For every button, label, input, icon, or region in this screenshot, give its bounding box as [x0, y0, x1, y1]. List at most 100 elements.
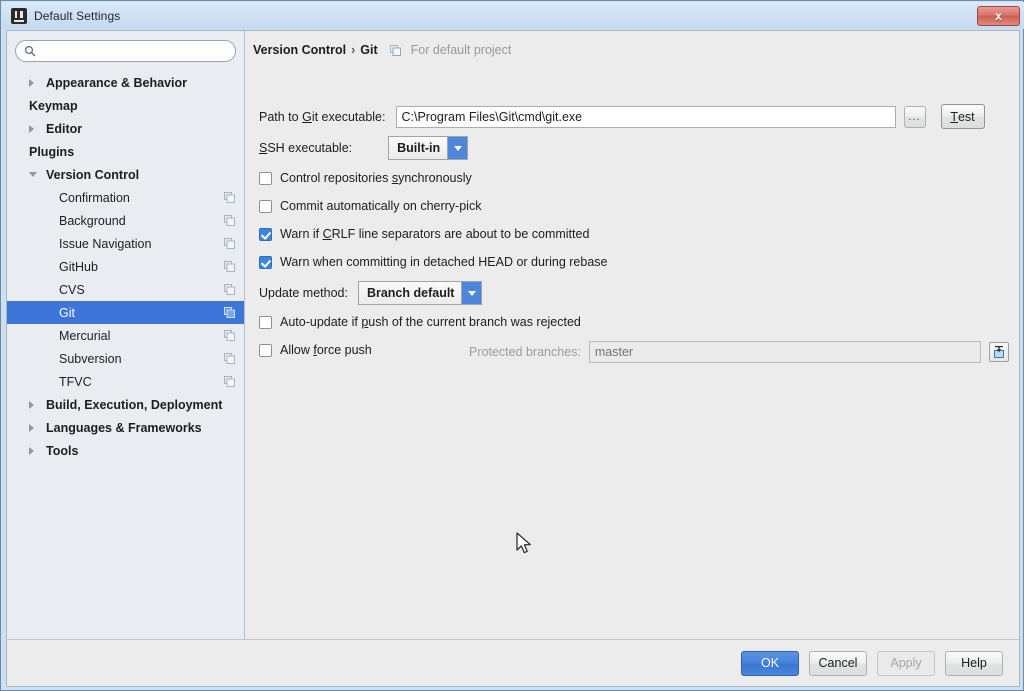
breadcrumb-separator: ›: [351, 43, 355, 57]
sidebar-item-plugins[interactable]: Plugins: [7, 140, 244, 163]
sidebar-item-label: Tools: [46, 444, 78, 458]
browse-button[interactable]: ...: [904, 106, 926, 128]
update-method-value: Branch default: [359, 282, 462, 304]
sidebar-item-label: Build, Execution, Deployment: [46, 398, 222, 412]
update-method-dropdown[interactable]: Branch default: [358, 281, 483, 305]
settings-sidebar: Appearance & Behavior Keymap Editor Plugins…: [7, 31, 245, 639]
sidebar-item-label: GitHub: [59, 260, 98, 274]
sidebar-item-mercurial[interactable]: Mercurial: [7, 324, 244, 347]
settings-dialog-window: Default Settings x Appearance & Behavior…: [0, 0, 1024, 691]
help-button[interactable]: Help: [945, 651, 1003, 676]
chevron-right-icon[interactable]: [29, 401, 34, 409]
sidebar-item-label: Subversion: [59, 352, 122, 366]
intellij-icon: [11, 8, 27, 24]
sidebar-item-label: Issue Navigation: [59, 237, 151, 251]
checkbox-box[interactable]: [259, 256, 272, 269]
settings-panel: Version Control › Git For default projec…: [245, 31, 1019, 639]
sidebar-item-editor[interactable]: Editor: [7, 117, 244, 140]
copy-icon: [224, 330, 235, 341]
sidebar-item-label: CVS: [59, 283, 85, 297]
apply-button: Apply: [877, 651, 935, 676]
checkbox-warn-crlf[interactable]: Warn if CRLF line separators are about t…: [259, 227, 589, 241]
copy-icon: [224, 215, 235, 226]
checkbox-box[interactable]: [259, 172, 272, 185]
checkbox-commit-automatically[interactable]: Commit automatically on cherry-pick: [259, 199, 481, 213]
sidebar-item-keymap[interactable]: Keymap: [7, 94, 244, 117]
copy-icon: [224, 307, 235, 318]
window-title: Default Settings: [34, 9, 120, 23]
content-area: Appearance & Behavior Keymap Editor Plugins…: [7, 31, 1019, 639]
sidebar-item-github[interactable]: GitHub: [7, 255, 244, 278]
sidebar-item-label: Mercurial: [59, 329, 110, 343]
test-button[interactable]: Test: [941, 104, 985, 129]
checkbox-label: Allow force push: [280, 343, 372, 357]
breadcrumb-root[interactable]: Version Control: [253, 43, 346, 57]
git-path-row: Path to Git executable: ... Test: [259, 104, 1015, 129]
checkbox-control-repositories[interactable]: Control repositories synchronously: [259, 171, 472, 185]
copy-icon: [224, 353, 235, 364]
sidebar-item-label: TFVC: [59, 375, 92, 389]
chevron-right-icon[interactable]: [29, 424, 34, 432]
sidebar-item-label: Languages & Frameworks: [46, 421, 202, 435]
title-bar: Default Settings x: [2, 2, 1024, 29]
dialog-body: Appearance & Behavior Keymap Editor Plugins…: [6, 30, 1020, 687]
sidebar-item-label: Git: [59, 306, 75, 320]
sidebar-item-label: Plugins: [29, 145, 74, 159]
checkbox-allow-force-push[interactable]: Allow force push: [259, 343, 372, 357]
checkbox-warn-detached-head[interactable]: Warn when committing in detached HEAD or…: [259, 255, 607, 269]
close-icon[interactable]: x: [977, 6, 1020, 26]
protected-branches-label: Protected branches:: [469, 345, 581, 359]
sidebar-item-git[interactable]: Git: [7, 301, 244, 324]
checkbox-box[interactable]: [259, 316, 272, 329]
checkbox-label: Auto-update if push of the current branc…: [280, 315, 581, 329]
chevron-down-icon[interactable]: [29, 172, 37, 177]
chevron-down-icon: [461, 282, 481, 304]
update-method-label: Update method:: [259, 286, 348, 300]
sidebar-item-subversion[interactable]: Subversion: [7, 347, 244, 370]
sidebar-item-label: Editor: [46, 122, 82, 136]
update-method-row: Update method: Branch default: [259, 281, 482, 305]
checkbox-label: Control repositories synchronously: [280, 171, 472, 185]
search-field[interactable]: [15, 40, 236, 62]
sidebar-item-label: Background: [59, 214, 126, 228]
search-input[interactable]: [41, 44, 227, 58]
sidebar-item-background[interactable]: Background: [7, 209, 244, 232]
dialog-footer: OK Cancel Apply Help: [7, 639, 1019, 686]
ssh-executable-value: Built-in: [389, 137, 447, 159]
chevron-right-icon[interactable]: [29, 79, 34, 87]
checkbox-label: Commit automatically on cherry-pick: [280, 199, 481, 213]
ssh-executable-dropdown[interactable]: Built-in: [388, 136, 468, 160]
cancel-button[interactable]: Cancel: [809, 651, 867, 676]
sidebar-item-confirmation[interactable]: Confirmation: [7, 186, 244, 209]
sidebar-item-version-control[interactable]: Version Control: [7, 163, 244, 186]
sidebar-item-tfvc[interactable]: TFVC: [7, 370, 244, 393]
chevron-right-icon[interactable]: [29, 447, 34, 455]
copy-icon: [390, 45, 401, 56]
git-path-label: Path to Git executable:: [259, 110, 386, 124]
protected-branches-row: Protected branches:: [469, 341, 1009, 363]
sidebar-item-label: Appearance & Behavior: [46, 76, 187, 90]
expand-field-icon[interactable]: [989, 342, 1009, 362]
checkbox-label: Warn when committing in detached HEAD or…: [280, 255, 607, 269]
checkbox-box[interactable]: [259, 200, 272, 213]
breadcrumb-current: Git: [360, 43, 377, 57]
sidebar-item-issue-navigation[interactable]: Issue Navigation: [7, 232, 244, 255]
sidebar-item-label: Confirmation: [59, 191, 130, 205]
search-wrap: [7, 31, 244, 69]
git-path-input[interactable]: [396, 106, 896, 128]
sidebar-item-build-execution-deployment[interactable]: Build, Execution, Deployment: [7, 393, 244, 416]
sidebar-item-appearance-behavior[interactable]: Appearance & Behavior: [7, 71, 244, 94]
checkbox-box[interactable]: [259, 228, 272, 241]
settings-tree: Appearance & Behavior Keymap Editor Plugins…: [7, 69, 244, 639]
checkbox-box[interactable]: [259, 344, 272, 357]
copy-icon: [224, 192, 235, 203]
chevron-right-icon[interactable]: [29, 125, 34, 133]
sidebar-item-cvs[interactable]: CVS: [7, 278, 244, 301]
sidebar-item-languages-frameworks[interactable]: Languages & Frameworks: [7, 416, 244, 439]
sidebar-item-tools[interactable]: Tools: [7, 439, 244, 462]
ok-button[interactable]: OK: [741, 651, 799, 676]
copy-icon: [224, 261, 235, 272]
checkbox-auto-update[interactable]: Auto-update if push of the current branc…: [259, 315, 581, 329]
search-icon: [24, 45, 36, 57]
protected-branches-input[interactable]: [589, 341, 981, 363]
